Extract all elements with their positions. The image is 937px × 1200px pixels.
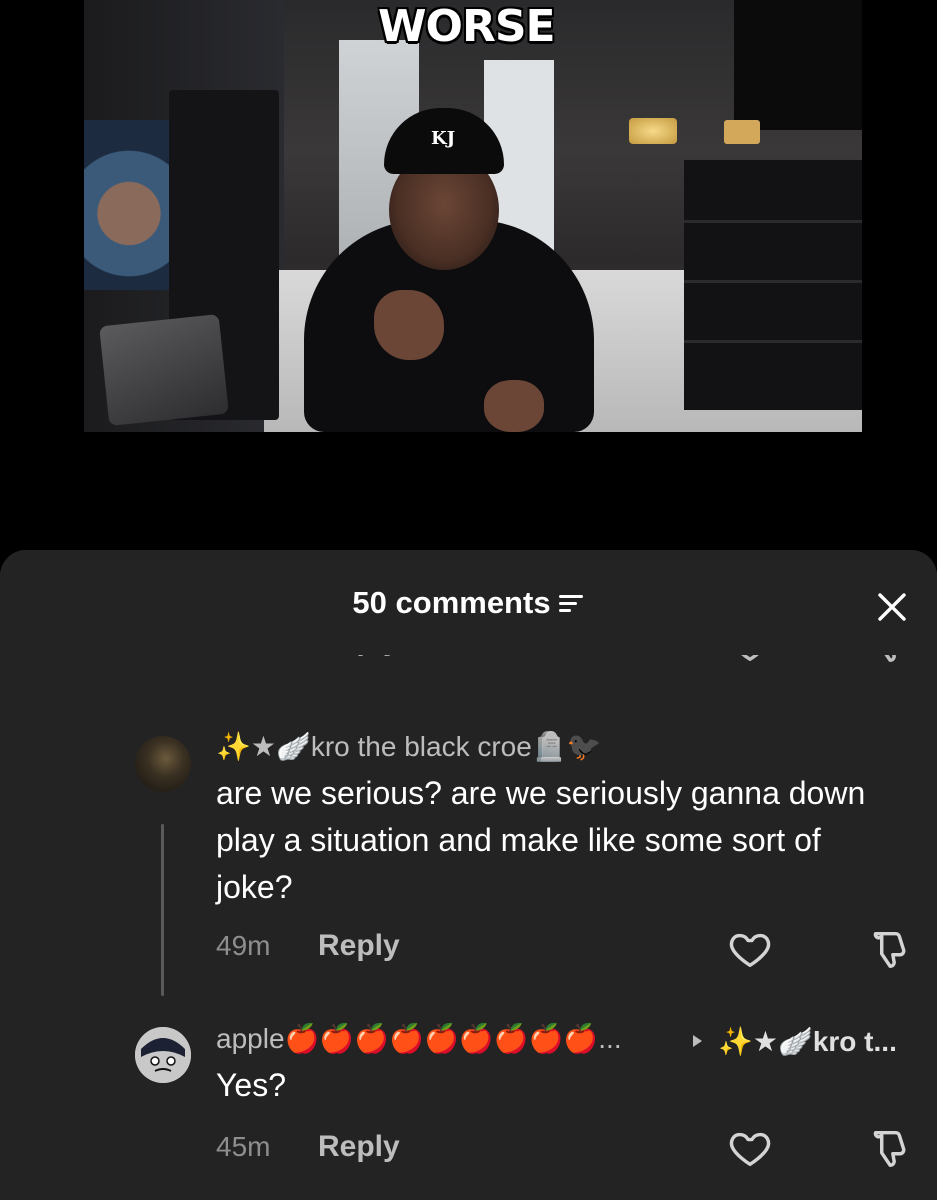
video-lamp <box>724 120 760 144</box>
avatar[interactable] <box>135 1027 191 1083</box>
avatar-face-icon <box>135 1027 191 1083</box>
comment-time: 45m <box>216 1131 271 1162</box>
dislike-icon[interactable] <box>866 926 912 972</box>
avatar[interactable] <box>135 736 191 792</box>
cap-logo: KJ <box>431 128 456 149</box>
video-tv <box>734 0 862 130</box>
close-icon[interactable] <box>872 587 912 627</box>
video-lamp <box>629 118 677 144</box>
comment-text: Yes? <box>216 1067 286 1103</box>
reply-button[interactable]: Reply <box>318 929 400 963</box>
video-poster <box>84 120 174 290</box>
video-caption: WORSE <box>378 1 556 52</box>
thread-line <box>161 824 164 996</box>
reply-to-username[interactable]: ✨★🪽kro t... <box>718 1026 897 1057</box>
sort-icon[interactable] <box>558 592 585 614</box>
video-player[interactable]: KJ <box>84 0 862 432</box>
comments-sheet: 35m Reply 50 comments ✨★🪽kro the black c… <box>0 550 937 1200</box>
comment-username[interactable]: apple🍎🍎🍎🍎🍎🍎🍎🍎🍎... <box>216 1022 622 1055</box>
comment-count: 50 comments <box>352 585 551 620</box>
video-bag <box>99 314 229 426</box>
video-hand <box>374 290 444 360</box>
comment-username[interactable]: ✨★🪽kro the black croe🪦🐦‍⬛ <box>216 730 602 763</box>
dislike-icon[interactable] <box>866 1125 912 1171</box>
video-hand <box>484 380 544 432</box>
comment-time: 49m <box>216 930 271 961</box>
heart-icon[interactable] <box>727 1125 773 1171</box>
comment-text: are we serious? are we seriously ganna d… <box>216 775 866 905</box>
video-shelf <box>684 160 862 410</box>
heart-icon[interactable] <box>727 926 773 972</box>
reply-button[interactable]: Reply <box>318 1130 400 1164</box>
reply-arrow-icon <box>693 1034 702 1047</box>
reply-to-indicator[interactable]: ✨★🪽kro t... <box>693 1025 897 1058</box>
comments-header: 50 comments <box>0 550 937 655</box>
